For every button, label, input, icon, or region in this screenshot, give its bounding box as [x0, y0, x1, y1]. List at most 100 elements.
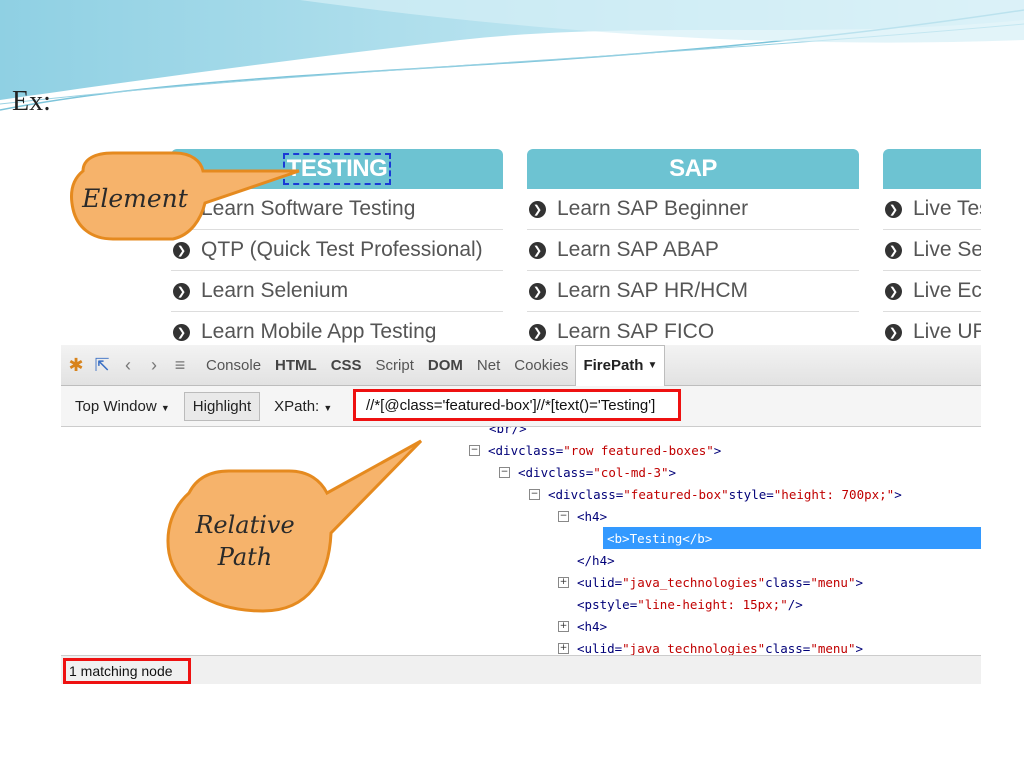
- tree-node[interactable]: − <div class= "featured-box" style= "height…: [529, 483, 902, 505]
- back-arrow-icon[interactable]: ‹: [117, 354, 139, 376]
- tree-node[interactable]: </h4>: [577, 549, 615, 571]
- xpath-dropdown[interactable]: XPath: ▼: [266, 393, 340, 420]
- column-heading[interactable]: SAP: [527, 149, 859, 189]
- node-attr: class=: [765, 574, 811, 590]
- column-heading[interactable]: [883, 149, 981, 189]
- firepath-toolbar: Top Window ▼ Highlight XPath: ▼ //*[@cla…: [61, 386, 981, 427]
- slide-label: Ex:: [12, 86, 51, 117]
- tree-node[interactable]: − <div class= "row featured-boxes" >: [469, 439, 721, 461]
- xpath-input[interactable]: //*[@class='featured-box']//*[text()='Te…: [353, 389, 681, 421]
- tree-node-selected[interactable]: <b>Testing</b>: [603, 527, 981, 549]
- list-item[interactable]: ❯ Live Tes: [883, 189, 981, 230]
- list-item[interactable]: ❯ Live Sel: [883, 230, 981, 271]
- chevron-right-icon: ❯: [885, 241, 902, 259]
- node-attr: class=: [548, 464, 594, 480]
- node-close: />: [787, 596, 803, 612]
- node-tag: <div: [518, 464, 549, 480]
- tree-node[interactable]: − <div class= "col-md-3" >: [499, 461, 676, 483]
- dropdown-arrow-icon: ▼: [647, 360, 658, 371]
- match-count: 1 matching node: [63, 658, 191, 684]
- tab-console[interactable]: Console: [199, 357, 268, 374]
- list-item[interactable]: ❯ Learn Selenium: [171, 271, 503, 312]
- item-label: Live Ecc: [913, 279, 981, 302]
- node-tag: <ul: [577, 574, 600, 590]
- dropdown-arrow-icon: ▼: [160, 402, 170, 413]
- node-text: <br/>: [489, 427, 527, 436]
- item-label: Learn Selenium: [201, 279, 349, 302]
- collapse-icon[interactable]: −: [529, 488, 540, 500]
- node-attr: class=: [578, 486, 624, 502]
- tab-dom[interactable]: DOM: [421, 357, 470, 374]
- tree-node[interactable]: + <ul id= "java_technologies" class= "menu"…: [558, 637, 863, 655]
- node-attr: style=: [728, 486, 774, 502]
- item-label: Live Sel: [913, 238, 981, 261]
- xpath-label: XPath:: [274, 397, 320, 415]
- node-text: <h4>: [577, 508, 608, 524]
- node-text: <h4>: [577, 618, 608, 634]
- item-label: Learn SAP Beginner: [557, 197, 749, 220]
- tab-html[interactable]: HTML: [268, 357, 324, 374]
- dropdown-arrow-icon: ▼: [323, 402, 333, 413]
- node-close: >: [713, 442, 722, 458]
- node-value: "col-md-3": [593, 464, 669, 480]
- expand-icon[interactable]: +: [558, 642, 569, 654]
- tab-script[interactable]: Script: [369, 357, 421, 374]
- status-bar: 1 matching node: [61, 655, 981, 684]
- expand-icon[interactable]: +: [558, 576, 569, 588]
- list-item[interactable]: ❯ Learn SAP ABAP: [527, 230, 859, 271]
- tab-cookies[interactable]: Cookies: [507, 357, 575, 374]
- tree-node[interactable]: + <h4>: [558, 615, 607, 637]
- node-tag: <div: [548, 486, 579, 502]
- relative-path-callout-line2: Path: [217, 543, 272, 571]
- top-window-label: Top Window: [75, 397, 157, 415]
- tree-node[interactable]: <br/>: [489, 427, 527, 439]
- node-close: >: [668, 464, 677, 480]
- item-label: Learn SAP ABAP: [557, 238, 719, 261]
- node-text: <b>Testing</b>: [607, 530, 713, 546]
- firebug-tabbar: ✱ ⇱ ‹ › ≡ Console HTML CSS Script DOM Ne…: [61, 344, 981, 386]
- tree-node[interactable]: − <h4>: [558, 505, 607, 527]
- decorative-wave-banner: [0, 0, 1024, 120]
- list-item[interactable]: ❯ Live Ecc: [883, 271, 981, 312]
- collapse-icon[interactable]: −: [499, 466, 510, 478]
- relative-path-callout: Relative Path: [166, 439, 423, 613]
- highlight-button[interactable]: Highlight: [183, 391, 261, 421]
- chevron-right-icon: ❯: [529, 200, 546, 218]
- node-attr: class=: [518, 442, 564, 458]
- node-attr: class=: [765, 640, 811, 656]
- node-tag: <p: [577, 596, 593, 612]
- node-text: </h4>: [577, 552, 615, 568]
- column-live: ❯ Live Tes ❯ Live Sel ❯ Live Ecc ❯ Live UF: [883, 149, 981, 353]
- screenshot-panel: TESTING ❯Learn Software Testing ❯QTP (Qu…: [61, 137, 981, 684]
- node-tag: <div: [488, 442, 519, 458]
- tree-node[interactable]: <p style= "line-height: 15px;"/>: [577, 593, 803, 615]
- top-window-dropdown[interactable]: Top Window ▼: [67, 393, 178, 420]
- node-value: "row featured-boxes": [563, 442, 714, 458]
- tab-css[interactable]: CSS: [324, 357, 369, 374]
- expand-icon[interactable]: +: [558, 620, 569, 632]
- list-item[interactable]: ❯ Learn SAP Beginner: [527, 189, 859, 230]
- firebug-icon[interactable]: ✱: [65, 354, 87, 376]
- chevron-right-icon: ❯: [529, 323, 546, 341]
- node-value: "java_technologies": [622, 574, 766, 590]
- tab-net[interactable]: Net: [470, 357, 507, 374]
- node-value: "height: 700px;": [773, 486, 895, 502]
- xpath-value: //*[@class='featured-box']//*[text()='Te…: [366, 396, 656, 414]
- inspect-icon[interactable]: ⇱: [91, 354, 113, 376]
- element-callout: Element: [69, 151, 300, 241]
- element-callout-text: Element: [81, 184, 189, 213]
- collapse-icon[interactable]: −: [469, 444, 480, 456]
- chevron-right-icon: ❯: [529, 282, 546, 300]
- forward-arrow-icon[interactable]: ›: [143, 354, 165, 376]
- tab-firepath[interactable]: FirePath ▼: [575, 344, 666, 386]
- command-line-icon[interactable]: ≡: [169, 354, 191, 376]
- collapse-icon[interactable]: −: [558, 510, 569, 522]
- chevron-right-icon: ❯: [885, 282, 902, 300]
- list-item[interactable]: ❯ Learn SAP HR/HCM: [527, 271, 859, 312]
- item-label: Live UF: [913, 320, 981, 343]
- item-label: Live Tes: [913, 197, 981, 220]
- node-attr: id=: [599, 640, 623, 656]
- chevron-right-icon: ❯: [885, 323, 902, 341]
- tree-node[interactable]: + <ul id= "java_technologies" class= "menu"…: [558, 571, 863, 593]
- node-attr: style=: [592, 596, 638, 612]
